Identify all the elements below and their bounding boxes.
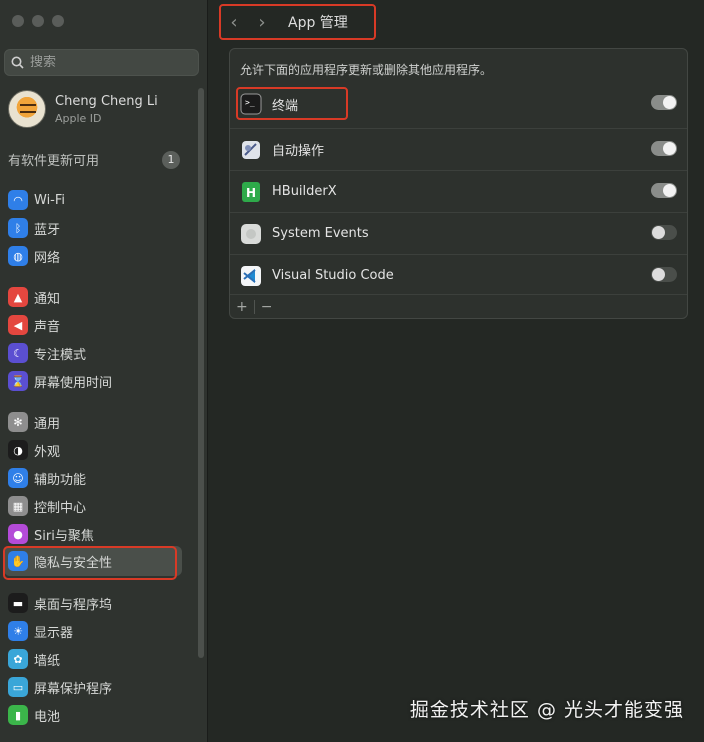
hourglass-icon: ⌛ — [8, 371, 28, 391]
app-permission-toggle[interactable] — [651, 183, 677, 198]
bell-icon: ▲ — [8, 287, 28, 307]
search-input[interactable] — [30, 55, 190, 70]
annotation-highlight-title — [219, 4, 376, 40]
screensaver-icon: ▭ — [8, 677, 28, 697]
search-icon — [11, 56, 24, 69]
sidebar-item-label: 网络 — [34, 250, 61, 266]
sidebar-item-label: 桌面与程序坞 — [34, 597, 113, 613]
sidebar-item[interactable]: ▲ 通知 — [8, 286, 183, 308]
search-field[interactable] — [4, 49, 199, 76]
globe-icon: ◍ — [8, 246, 28, 266]
annotation-highlight-privacy — [3, 546, 177, 580]
sidebar-item[interactable]: ▦ 控制中心 — [8, 495, 183, 517]
app-row: System Events — [230, 212, 687, 254]
app-permission-toggle[interactable] — [651, 225, 677, 240]
add-app-button[interactable]: + — [230, 299, 254, 315]
app-name: Visual Studio Code — [272, 268, 394, 283]
dock-icon: ▬ — [8, 593, 28, 613]
software-update-item[interactable]: 有软件更新可用 1 — [8, 150, 180, 169]
sidebar-item[interactable]: ᛒ 蓝牙 — [8, 217, 183, 239]
app-permission-toggle[interactable] — [651, 141, 677, 156]
sidebar-item-label: 电池 — [34, 709, 61, 725]
app-row: H HBuilderX — [230, 170, 687, 212]
sidebar-item[interactable]: ☀ 显示器 — [8, 620, 183, 642]
window-controls — [12, 15, 64, 27]
sidebar-item-label: Wi-Fi — [34, 192, 66, 208]
sidebar-item[interactable]: ⌛ 屏幕使用时间 — [8, 370, 183, 392]
profile-name: Cheng Cheng Li — [55, 93, 158, 109]
sidebar-item[interactable]: ◑ 外观 — [8, 439, 183, 461]
sidebar: Cheng Cheng Li Apple ID 有软件更新可用 1 ◠ Wi-Fi… — [0, 0, 208, 742]
update-count-badge: 1 — [162, 150, 180, 169]
remove-app-button[interactable]: − — [255, 299, 279, 315]
profile-subtitle: Apple ID — [55, 111, 102, 125]
sidebar-item-label: 显示器 — [34, 625, 74, 641]
sidebar-item[interactable]: ✿ 墙纸 — [8, 648, 183, 670]
moon-icon: ☾ — [8, 343, 28, 363]
sidebar-item-label: 声音 — [34, 319, 61, 335]
siri-icon: ● — [8, 524, 28, 544]
flower-icon: ✿ — [8, 649, 28, 669]
avatar — [8, 90, 46, 128]
svg-text:H: H — [246, 186, 256, 200]
sidebar-item-label: Siri与聚焦 — [34, 528, 94, 544]
automator-icon — [240, 139, 262, 161]
speaker-icon: ◀ — [8, 315, 28, 335]
app-row: Visual Studio Code — [230, 254, 687, 296]
sidebar-item-label: 屏幕保护程序 — [34, 681, 113, 697]
sidebar-item[interactable]: ▭ 屏幕保护程序 — [8, 676, 183, 698]
accessibility-icon: ☺ — [8, 468, 28, 488]
software-update-label: 有软件更新可用 — [8, 154, 100, 169]
hbuilderx-icon: H — [240, 181, 262, 203]
appearance-icon: ◑ — [8, 440, 28, 460]
app-name: 自动操作 — [272, 144, 325, 159]
sidebar-item-label: 通知 — [34, 291, 61, 307]
sidebar-item-label: 屏幕使用时间 — [34, 375, 113, 391]
watermark: 掘金技术社区 @ 光头才能变强 — [409, 699, 684, 721]
sidebar-item-label: 墙纸 — [34, 653, 61, 669]
app-name: HBuilderX — [272, 184, 337, 199]
sidebar-item[interactable]: ◀ 声音 — [8, 314, 183, 336]
sidebar-item[interactable]: ◍ 网络 — [8, 245, 183, 267]
control-center-icon: ▦ — [8, 496, 28, 516]
sidebar-item[interactable]: ▬ 桌面与程序坞 — [8, 592, 183, 614]
sidebar-item-label: 专注模式 — [34, 347, 87, 363]
minimize-window-button[interactable] — [32, 15, 44, 27]
sidebar-item[interactable]: ✻ 通用 — [8, 411, 183, 433]
annotation-highlight-terminal — [236, 87, 348, 120]
app-row: 自动操作 — [230, 128, 687, 170]
sidebar-item[interactable]: ◠ Wi-Fi — [8, 189, 183, 211]
sidebar-item[interactable]: ● Siri与聚焦 — [8, 523, 183, 545]
gear-icon: ✻ — [8, 412, 28, 432]
panel-description: 允许下面的应用程序更新或删除其他应用程序。 — [240, 63, 493, 77]
apple-id-profile[interactable]: Cheng Cheng Li Apple ID — [8, 90, 198, 128]
zoom-window-button[interactable] — [52, 15, 64, 27]
sidebar-item-label: 控制中心 — [34, 500, 87, 516]
wifi-icon: ◠ — [8, 190, 28, 210]
bluetooth-icon: ᛒ — [8, 218, 28, 238]
sidebar-item-label: 通用 — [34, 416, 61, 432]
sidebar-item-label: 外观 — [34, 444, 61, 460]
sidebar-item-label: 辅助功能 — [34, 472, 87, 488]
sidebar-item[interactable]: ▮ 电池 — [8, 704, 183, 726]
close-window-button[interactable] — [12, 15, 24, 27]
app-permission-toggle[interactable] — [651, 267, 677, 282]
sidebar-item[interactable]: ☾ 专注模式 — [8, 342, 183, 364]
system-events-icon — [240, 223, 262, 245]
sidebar-item[interactable]: ☺ 辅助功能 — [8, 467, 183, 489]
panel-footer: + − — [230, 294, 687, 318]
battery-icon: ▮ — [8, 705, 28, 725]
vscode-icon — [240, 265, 262, 287]
app-name: System Events — [272, 226, 369, 241]
sun-icon: ☀ — [8, 621, 28, 641]
sidebar-item-label: 蓝牙 — [34, 222, 61, 238]
sidebar-scrollbar[interactable] — [198, 88, 204, 658]
app-permission-toggle[interactable] — [651, 95, 677, 110]
